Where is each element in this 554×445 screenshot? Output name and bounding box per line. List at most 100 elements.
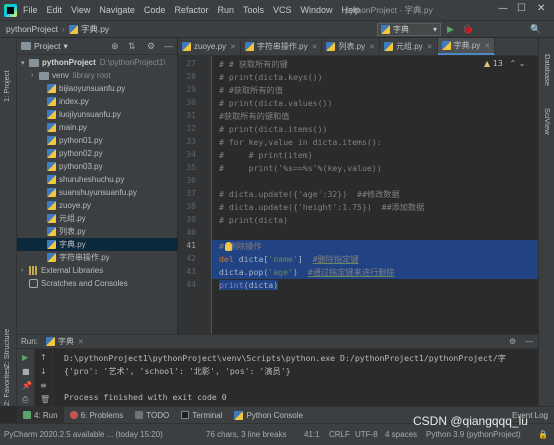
menu-tools[interactable]: Tools — [243, 5, 264, 15]
hide-panel-icon[interactable]: — — [525, 337, 533, 346]
tool-tab-todo[interactable]: TODO — [129, 407, 175, 424]
status-interpreter[interactable]: Python 3.9 (pythonProject) — [426, 430, 521, 439]
lock-icon[interactable]: 🔒 — [538, 430, 548, 439]
search-icon[interactable]: 🔍 — [530, 24, 541, 35]
tree-item-label: 字典.py — [59, 240, 86, 249]
tree-item-external-libraries[interactable]: › External Libraries — [17, 264, 178, 277]
tab-dict[interactable]: 字典.py ✕ — [437, 38, 496, 55]
locate-target-icon[interactable]: ⊕ — [111, 41, 119, 52]
tree-item-scratches[interactable]: Scratches and Consoles — [17, 277, 178, 290]
close-icon[interactable]: ✕ — [78, 338, 84, 346]
status-encoding[interactable]: UTF-8 — [355, 430, 378, 439]
tab-string-ops[interactable]: 字符串操作.py ✕ — [241, 38, 323, 55]
tool-tab-terminal[interactable]: Terminal — [175, 407, 228, 424]
menu-window[interactable]: Window — [301, 5, 333, 15]
code-line: # #获取所有的值 — [219, 85, 283, 95]
line-number: 42 — [186, 254, 196, 263]
run-icon — [23, 411, 31, 419]
trash-icon[interactable]: 🗑 — [40, 395, 50, 404]
tree-item-file[interactable]: shuruheshuchu.py — [17, 173, 178, 186]
breadcrumb-project[interactable]: pythonProject — [6, 24, 58, 34]
close-icon[interactable]: ✕ — [537, 3, 545, 14]
tab-list[interactable]: 列表.py ✕ — [322, 38, 380, 55]
tree-item-file[interactable]: 字符串操作.py — [17, 251, 178, 264]
tree-item-file[interactable]: 元组.py — [17, 212, 178, 225]
menu-vcs[interactable]: VCS — [273, 5, 292, 15]
pin-icon[interactable]: 📌 — [22, 381, 32, 390]
chevron-down-icon[interactable]: ▾ — [63, 41, 67, 52]
gear-icon[interactable]: ⚙ — [147, 41, 155, 52]
status-line-separator[interactable]: CRLF — [329, 430, 350, 439]
close-icon[interactable]: ✕ — [369, 43, 375, 51]
menu-view[interactable]: View — [71, 5, 90, 15]
project-panel-title[interactable]: Project — [34, 41, 60, 51]
tree-item-file[interactable]: suanshuyunsuanfu.py — [17, 186, 178, 199]
tree-item-file[interactable]: main.py — [17, 121, 178, 134]
tool-tab-python-console[interactable]: Python Console — [228, 407, 308, 424]
code-line: # dicta.update({'age':32}) ##修改数据 — [219, 189, 400, 199]
run-tab-label: 字典 — [57, 337, 74, 346]
tab-tuple[interactable]: 元组.py ✕ — [380, 38, 438, 55]
run-tab[interactable]: 字典 ✕ — [45, 336, 84, 347]
run-icon[interactable]: ▶ — [447, 24, 454, 35]
tool-tab-run[interactable]: 4: Run — [17, 406, 64, 424]
debug-icon[interactable]: 🐞 — [462, 24, 473, 35]
tree-item-venv[interactable]: › venv library root — [17, 69, 178, 82]
tab-zuoye[interactable]: zuoye.py ✕ — [178, 38, 241, 55]
collapse-all-icon[interactable]: ⇅ — [128, 41, 136, 52]
chevron-down-icon[interactable]: ▾ — [21, 59, 29, 67]
tree-item-file[interactable]: zuoye.py — [17, 199, 178, 212]
database-tool-tab[interactable]: Database — [543, 54, 552, 86]
menu-run[interactable]: Run — [217, 5, 234, 15]
lightbulb-icon[interactable] — [225, 242, 232, 251]
tree-item-project-root[interactable]: ▾ pythonProject D:\pythonProject1\ — [17, 56, 178, 69]
tree-item-file[interactable]: bijiaoyunsuanfu.py — [17, 82, 178, 95]
code-editor[interactable]: 27 28 29 30 31 32 33 34 35 36 37 38 39 4… — [178, 56, 538, 334]
close-icon[interactable]: ✕ — [230, 43, 236, 51]
tree-item-file[interactable]: python03.py — [17, 160, 178, 173]
status-indent[interactable]: 4 spaces — [385, 430, 417, 439]
sciview-tool-tab[interactable]: SciView — [543, 108, 552, 135]
minimize-icon[interactable]: — — [498, 3, 508, 14]
menu-code[interactable]: Code — [144, 5, 166, 15]
menu-refactor[interactable]: Refactor — [174, 5, 208, 15]
close-icon[interactable]: ✕ — [312, 43, 318, 51]
tree-item-label: 元组.py — [59, 214, 86, 223]
gear-icon[interactable]: ⚙ — [509, 337, 516, 346]
line-number: 30 — [186, 98, 196, 107]
navigation-bar: pythonProject › 字典.py 字典 ▾ ▶ 🐞 🔍 — [0, 20, 554, 38]
favorites-tool-tab[interactable]: 2: Favorites — [2, 367, 11, 406]
print-icon[interactable]: ⎙ — [22, 395, 28, 405]
arrow-up-icon[interactable]: ↑ — [40, 353, 47, 362]
menu-navigate[interactable]: Navigate — [99, 5, 135, 15]
tree-item-label: shuruheshuchu.py — [59, 175, 125, 184]
structure-tool-tab[interactable]: Z: Structure — [2, 329, 11, 368]
maximize-icon[interactable]: ☐ — [517, 3, 526, 14]
tree-item-file[interactable]: luojiyunsuanfu.py — [17, 108, 178, 121]
tree-item-file[interactable]: index.py — [17, 95, 178, 108]
run-configuration-select[interactable]: 字典 ▾ — [377, 23, 441, 36]
menu-bar: File Edit View Navigate Code Refactor Ru… — [0, 0, 554, 20]
chevron-right-icon[interactable]: › — [21, 267, 29, 274]
hide-panel-icon[interactable]: — — [164, 41, 173, 51]
tree-item-file[interactable]: python02.py — [17, 147, 178, 160]
arrow-down-icon[interactable]: ↓ — [40, 367, 47, 376]
tree-item-file[interactable]: python01.py — [17, 134, 178, 147]
close-icon[interactable]: ✕ — [484, 42, 490, 50]
status-caret-position[interactable]: 41:1 — [304, 430, 320, 439]
tool-tab-problems[interactable]: 6: Problems — [64, 407, 130, 424]
chevron-right-icon[interactable]: › — [31, 72, 39, 79]
code-line-selected: del dicta['name'] #删除指定键 — [212, 253, 538, 266]
project-tool-tab[interactable]: 1: Project — [2, 70, 11, 102]
menu-file[interactable]: File — [23, 5, 38, 15]
breadcrumb-file[interactable]: 字典.py — [81, 23, 109, 35]
close-icon[interactable]: ✕ — [427, 43, 433, 51]
soft-wrap-icon[interactable]: ≡ — [40, 381, 47, 390]
stop-icon[interactable]: ■ — [22, 367, 30, 376]
console-output-line: D:\pythonProject1\pythonProject\venv\Scr… — [64, 353, 506, 363]
tree-item-file[interactable]: 列表.py — [17, 225, 178, 238]
menu-edit[interactable]: Edit — [47, 5, 63, 15]
status-update-message[interactable]: PyCharm 2020.2.5 available ... (today 15… — [4, 430, 163, 439]
tree-item-file-selected[interactable]: 字典.py — [17, 238, 178, 251]
rerun-icon[interactable]: ▶ — [22, 353, 28, 362]
